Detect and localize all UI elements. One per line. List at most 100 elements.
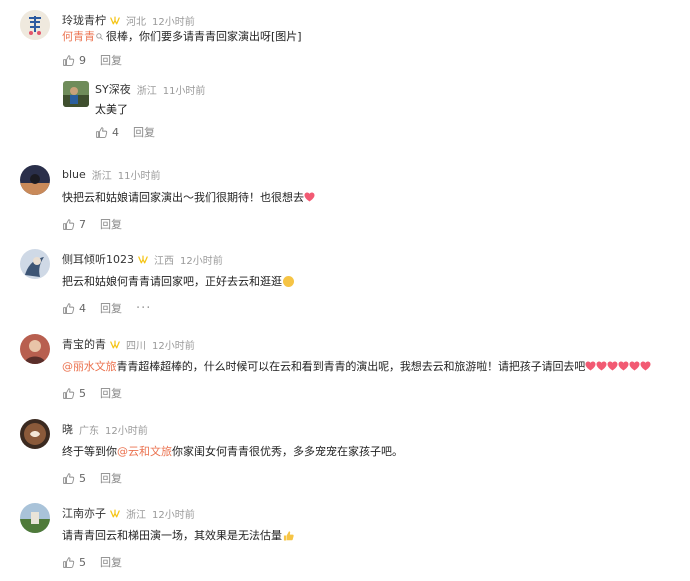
topic-link[interactable]: 何青青 <box>62 28 95 44</box>
reply-button[interactable]: 回复 <box>100 554 122 570</box>
grin-emoji-icon <box>283 275 294 287</box>
comment-text: 何青青 很棒，你们要多请青青回家演出呀[图片] <box>62 28 302 44</box>
location: 河北 <box>126 16 146 28</box>
heart-emoji-icon <box>629 361 640 371</box>
like-count: 7 <box>79 217 86 231</box>
reply-button[interactable]: 回复 <box>100 52 122 68</box>
avatar[interactable] <box>20 165 50 195</box>
username[interactable]: SY深夜 <box>95 81 131 97</box>
comment-actions: 9 回复 <box>62 52 122 68</box>
comment-meta: 晓 广东 12小时前 <box>62 421 148 437</box>
comment-actions: 5 回复 <box>62 554 122 570</box>
like-button[interactable]: 5 <box>62 387 86 400</box>
comment-body: 你家闺女何青青很优秀，多多宠宠在家孩子吧。 <box>172 445 403 458</box>
comment-actions: 7 回复 <box>62 216 122 232</box>
timestamp: 12小时前 <box>152 509 195 521</box>
avatar-image <box>20 165 50 195</box>
like-count: 9 <box>79 53 86 67</box>
like-count: 5 <box>79 386 86 400</box>
comment-body-prefix: 终于等到你 <box>62 445 117 458</box>
reply-button[interactable]: 回复 <box>100 470 122 486</box>
thumbs-up-icon <box>62 472 75 485</box>
comment-body: 青青超棒超棒的，什么时候可以在云和看到青青的演出呢，我想去云和旅游啦！请把孩子请… <box>116 360 586 373</box>
avatar-image <box>20 334 50 364</box>
like-button[interactable]: 9 <box>62 54 86 67</box>
like-button[interactable]: 4 <box>95 126 119 139</box>
like-count: 5 <box>79 471 86 485</box>
username[interactable]: blue <box>62 168 86 181</box>
location: 江西 <box>154 255 174 267</box>
heart-emoji-icon <box>304 192 315 202</box>
comment-text: 终于等到你 @云和文旅 你家闺女何青青很优秀，多多宠宠在家孩子吧。 <box>62 443 403 459</box>
comment-meta: SY深夜 浙江 11小时前 <box>95 81 205 97</box>
heart-emoji-icon <box>640 361 651 371</box>
search-icon <box>96 32 103 40</box>
location: 浙江 <box>91 171 112 182</box>
like-button[interactable]: 7 <box>62 218 86 231</box>
comment-meta: blue 浙江 11小时前 <box>62 167 161 182</box>
vip-badge-icon <box>138 255 148 264</box>
comment-body: 很棒，你们要多请青青回家演出呀[图片] <box>106 30 302 43</box>
like-button[interactable]: 4 <box>62 302 86 315</box>
avatar[interactable] <box>63 81 89 107</box>
heart-emoji-icon <box>585 361 596 371</box>
thumbs-up-icon <box>62 54 75 67</box>
mention-link[interactable]: @云和文旅 <box>117 443 172 459</box>
thumbs-up-icon <box>62 302 75 315</box>
location: 四川 <box>126 340 146 352</box>
avatar[interactable] <box>20 503 50 533</box>
comment-body: 请青青回云和梯田演一场，其效果是无法估量 <box>62 529 282 542</box>
thumbs-up-icon <box>95 126 108 139</box>
avatar-image <box>63 81 89 107</box>
like-count: 5 <box>79 555 86 569</box>
heart-emoji-icon <box>607 361 618 371</box>
thumbs-up-emoji-icon <box>283 530 294 541</box>
avatar-image <box>20 503 50 533</box>
like-button[interactable]: 5 <box>62 472 86 485</box>
reply-button[interactable]: 回复 <box>100 385 122 401</box>
comment-text: 把云和姑娘何青青请回家吧，正好去云和逛逛 <box>62 273 294 289</box>
location: 浙江 <box>126 509 146 521</box>
username[interactable]: 江南亦子 <box>62 505 106 521</box>
timestamp: 12小时前 <box>152 340 195 352</box>
avatar-image <box>20 419 50 449</box>
thumbs-up-icon <box>62 387 75 400</box>
comment-body: 把云和姑娘何青青请回家吧，正好去云和逛逛 <box>62 275 282 288</box>
reply-button[interactable]: 回复 <box>100 300 122 316</box>
reply-button[interactable]: 回复 <box>133 124 155 140</box>
timestamp: 12小时前 <box>105 425 148 437</box>
avatar[interactable] <box>20 249 50 279</box>
avatar[interactable] <box>20 419 50 449</box>
reply-button[interactable]: 回复 <box>100 216 122 232</box>
avatar[interactable] <box>20 10 50 40</box>
username[interactable]: 玲珑青柠 <box>62 12 106 28</box>
vip-badge-icon <box>110 16 120 25</box>
avatar[interactable] <box>20 334 50 364</box>
timestamp: 11小时前 <box>117 171 161 182</box>
mention-link[interactable]: @丽水文旅 <box>62 358 117 374</box>
timestamp: 12小时前 <box>180 255 223 267</box>
more-options-icon[interactable]: ··· <box>136 301 151 316</box>
vip-badge-icon <box>110 340 120 349</box>
comment-meta: 青宝的青 四川 12小时前 <box>62 336 195 352</box>
comment-actions: 4 回复 <box>95 124 155 140</box>
comment-text: 快把云和姑娘请回家演出～我们很期待！也很想去 <box>62 189 315 205</box>
username[interactable]: 青宝的青 <box>62 336 106 352</box>
comment-meta: 玲珑青柠 河北 12小时前 <box>62 12 195 28</box>
timestamp: 11小时前 <box>162 85 206 97</box>
comment-meta: 江南亦子 浙江 12小时前 <box>62 505 195 521</box>
like-button[interactable]: 5 <box>62 556 86 569</box>
username[interactable]: 晓 <box>62 421 73 437</box>
comment-actions: 5 回复 <box>62 385 122 401</box>
comment-text: 请青青回云和梯田演一场，其效果是无法估量 <box>62 527 294 543</box>
username[interactable]: 侧耳倾听1023 <box>62 251 134 267</box>
comment-body: 快把云和姑娘请回家演出～我们很期待！也很想去 <box>62 191 304 204</box>
thumbs-up-icon <box>62 218 75 231</box>
avatar-image <box>20 249 50 279</box>
comment-text: @丽水文旅 青青超棒超棒的，什么时候可以在云和看到青青的演出呢，我想去云和旅游啦… <box>62 358 651 374</box>
avatar-image <box>20 10 50 40</box>
timestamp: 12小时前 <box>152 16 195 28</box>
thumbs-up-icon <box>62 556 75 569</box>
comment-actions: 5 回复 <box>62 470 122 486</box>
comment-text: 太美了 <box>95 101 128 117</box>
